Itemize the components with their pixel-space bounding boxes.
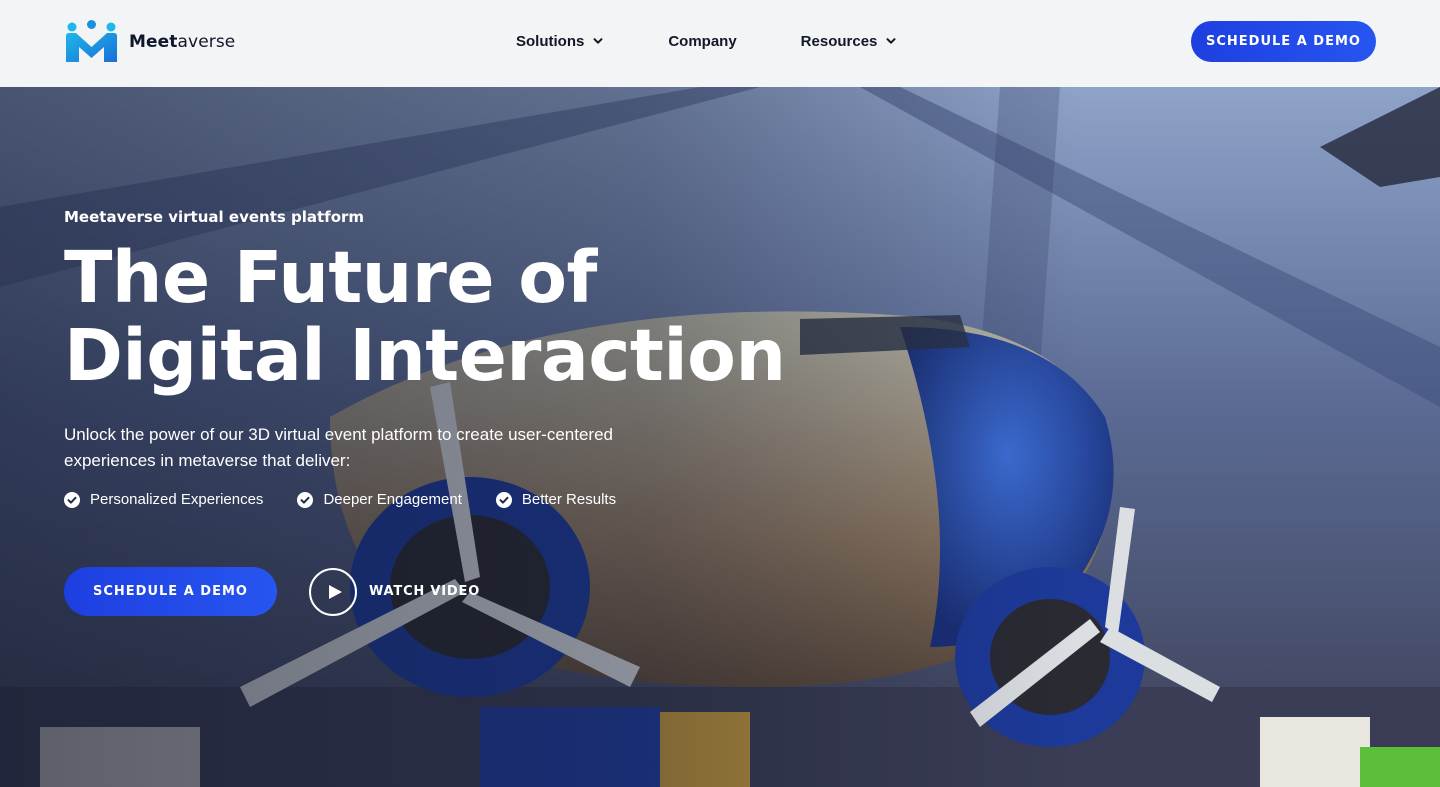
- benefit-item: Personalized Experiences: [64, 491, 263, 508]
- check-circle-icon: [495, 491, 512, 508]
- hero-description: Unlock the power of our 3D virtual event…: [64, 425, 613, 470]
- logo-wordmark: Meetaverse: [129, 32, 236, 52]
- check-circle-icon: [297, 491, 314, 508]
- check-circle-icon: [64, 491, 80, 508]
- nav-solutions-label: Solutions: [516, 32, 585, 50]
- benefit-label: Deeper Engagement: [323, 491, 462, 508]
- nav-solutions[interactable]: Solutions: [516, 33, 604, 50]
- benefit-label: Better Results: [521, 491, 617, 508]
- watch-video-button[interactable]: WATCH VIDEO: [309, 567, 480, 616]
- hero-section: Meetaverse virtual events platform The F…: [0, 87, 1440, 787]
- site-header: Meetaverse Solutions Company Resources S…: [0, 0, 1440, 83]
- hero-headline-line1: The Future of: [64, 236, 597, 319]
- nav-resources[interactable]: Resources: [801, 33, 898, 50]
- play-icon: [328, 584, 342, 599]
- chevron-down-icon: [593, 38, 603, 44]
- main-nav: Solutions Company Resources: [516, 27, 897, 55]
- watch-video-label: WATCH VIDEO: [369, 584, 481, 599]
- play-button[interactable]: [309, 567, 357, 616]
- nav-company-label: Company: [668, 32, 737, 50]
- hero-headline-line2: Digital Interaction: [64, 314, 786, 397]
- chevron-down-icon: [886, 38, 896, 44]
- logo[interactable]: Meetaverse: [64, 20, 235, 64]
- benefit-item: Deeper Engagement: [297, 491, 462, 508]
- nav-company[interactable]: Company: [668, 33, 736, 50]
- hero-schedule-demo-button[interactable]: SCHEDULE A DEMO: [64, 567, 277, 616]
- nav-resources-label: Resources: [800, 32, 878, 50]
- benefit-label: Personalized Experiences: [90, 491, 264, 508]
- header-schedule-demo-button[interactable]: SCHEDULE A DEMO: [1191, 21, 1376, 62]
- benefit-item: Better Results: [495, 491, 617, 508]
- hero-headline: The Future of Digital Interaction: [64, 236, 786, 397]
- hero-benefits-list: Personalized Experiences Deeper Engageme…: [64, 491, 616, 508]
- people-m-logo-icon: [66, 20, 117, 62]
- hero-eyebrow: Meetaverse virtual events platform: [64, 208, 365, 226]
